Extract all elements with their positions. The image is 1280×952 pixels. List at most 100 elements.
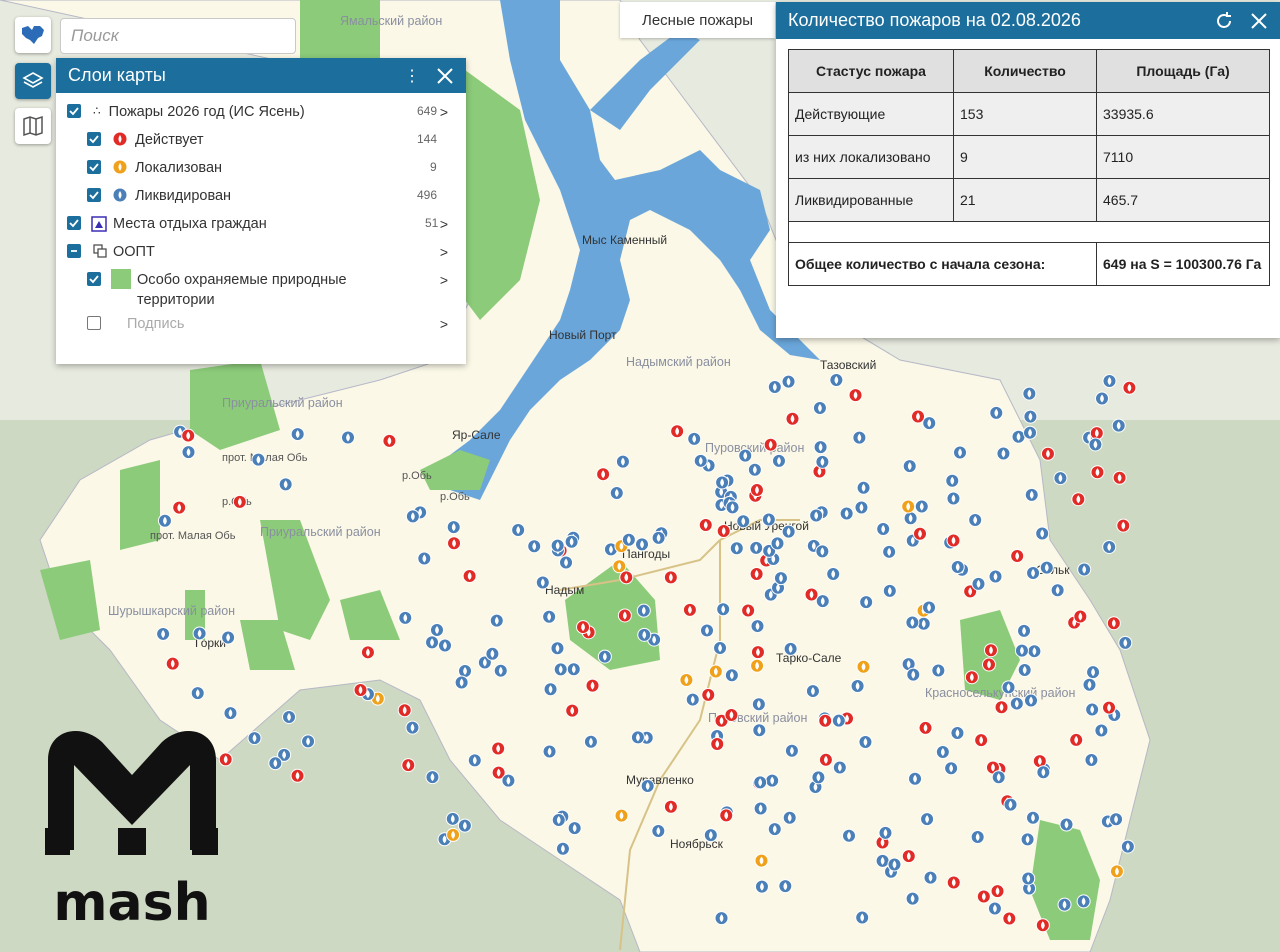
fire-marker-extinguished[interactable] (914, 499, 929, 514)
fire-marker-active[interactable] (724, 707, 739, 722)
fire-marker-extinguished[interactable] (971, 576, 986, 591)
layer-row-active[interactable]: Действует 144 (87, 132, 466, 150)
fire-marker-active[interactable] (181, 428, 196, 443)
fire-marker-extinguished[interactable] (1094, 723, 1109, 738)
fire-marker-extinguished[interactable] (935, 745, 950, 760)
fire-marker-extinguished[interactable] (542, 609, 557, 624)
fire-marker-extinguished[interactable] (511, 523, 526, 538)
fire-marker-active[interactable] (1106, 616, 1121, 631)
fire-marker-extinguished[interactable] (542, 744, 557, 759)
fire-marker-extinguished[interactable] (637, 627, 652, 642)
fire-marker-extinguished[interactable] (902, 459, 917, 474)
fire-marker-extinguished[interactable] (1023, 425, 1038, 440)
fire-marker-localized[interactable] (901, 499, 916, 514)
fire-marker-extinguished[interactable] (405, 720, 420, 735)
chevron-right-icon[interactable]: > (440, 272, 448, 288)
fire-marker-active[interactable] (619, 570, 634, 585)
fire-marker-active[interactable] (670, 424, 685, 439)
fire-marker-active[interactable] (1116, 518, 1131, 533)
fire-marker-extinguished[interactable] (1039, 560, 1054, 575)
fire-marker-extinguished[interactable] (944, 761, 959, 776)
fire-marker-extinguished[interactable] (1024, 693, 1039, 708)
fire-marker-active[interactable] (617, 608, 632, 623)
fire-marker-extinguished[interactable] (876, 521, 891, 536)
fire-marker-extinguished[interactable] (457, 818, 472, 833)
fire-marker-extinguished[interactable] (905, 891, 920, 906)
fire-marker-extinguished[interactable] (852, 430, 867, 445)
fire-marker-active[interactable] (741, 603, 756, 618)
fire-marker-extinguished[interactable] (566, 662, 581, 677)
fire-marker-extinguished[interactable] (1001, 680, 1016, 695)
fire-marker-active[interactable] (1035, 918, 1050, 933)
fire-marker-extinguished[interactable] (831, 713, 846, 728)
fire-marker-extinguished[interactable] (1120, 839, 1135, 854)
fire-marker-extinguished[interactable] (543, 682, 558, 697)
fire-marker-extinguished[interactable] (854, 500, 869, 515)
fire-marker-extinguished[interactable] (905, 615, 920, 630)
fire-marker-extinguished[interactable] (1035, 526, 1050, 541)
fire-marker-extinguished[interactable] (429, 623, 444, 638)
fire-marker-extinguished[interactable] (221, 630, 236, 645)
fire-marker-extinguished[interactable] (716, 602, 731, 617)
basemap-icon[interactable] (15, 108, 51, 144)
fire-marker-active[interactable] (912, 526, 927, 541)
fire-marker-extinguished[interactable] (301, 734, 316, 749)
fire-marker-active[interactable] (974, 733, 989, 748)
fire-marker-extinguished[interactable] (1118, 635, 1133, 650)
layer-row-rest-places[interactable]: Места отдыха граждан 51 > (67, 216, 466, 236)
fire-marker-extinguished[interactable] (747, 462, 762, 477)
fire-marker-active[interactable] (749, 483, 764, 498)
fire-marker-extinguished[interactable] (996, 446, 1011, 461)
fire-marker-active[interactable] (290, 768, 305, 783)
fire-marker-extinguished[interactable] (989, 405, 1004, 420)
fire-marker-active[interactable] (1071, 492, 1086, 507)
fire-marker-localized[interactable] (614, 808, 629, 823)
fire-marker-extinguished[interactable] (749, 540, 764, 555)
fire-marker-extinguished[interactable] (714, 911, 729, 926)
fire-marker-extinguished[interactable] (1057, 897, 1072, 912)
fire-marker-active[interactable] (1102, 700, 1117, 715)
fire-marker-extinguished[interactable] (781, 374, 796, 389)
fire-marker-extinguished[interactable] (809, 508, 824, 523)
fire-marker-extinguished[interactable] (501, 773, 516, 788)
fire-marker-extinguished[interactable] (685, 692, 700, 707)
protected-areas-checkbox[interactable] (87, 272, 101, 286)
fire-marker-extinguished[interactable] (567, 821, 582, 836)
fire-marker-extinguished[interactable] (813, 440, 828, 455)
fire-marker-extinguished[interactable] (713, 640, 728, 655)
fire-marker-extinguished[interactable] (621, 532, 636, 547)
fire-marker-active[interactable] (397, 703, 412, 718)
fire-marker-extinguished[interactable] (850, 679, 865, 694)
fire-marker-active[interactable] (585, 678, 600, 693)
fire-marker-extinguished[interactable] (1050, 583, 1065, 598)
fire-marker-extinguished[interactable] (693, 453, 708, 468)
fire-marker-extinguished[interactable] (703, 828, 718, 843)
fire-marker-extinguished[interactable] (1085, 702, 1100, 717)
fire-marker-active[interactable] (172, 500, 187, 515)
fire-marker-extinguished[interactable] (635, 537, 650, 552)
fire-marker-extinguished[interactable] (771, 453, 786, 468)
fire-marker-extinguished[interactable] (1084, 752, 1099, 767)
fire-marker-extinguished[interactable] (527, 539, 542, 554)
fire-marker-active[interactable] (663, 799, 678, 814)
fire-marker-extinguished[interactable] (181, 445, 196, 460)
fire-marker-extinguished[interactable] (1003, 797, 1018, 812)
fire-marker-extinguished[interactable] (341, 430, 356, 445)
layer-row-extinguished[interactable]: Ликвидирован 496 (87, 188, 466, 206)
fire-marker-extinguished[interactable] (493, 663, 508, 678)
fire-marker-active[interactable] (716, 524, 731, 539)
fire-marker-extinguished[interactable] (687, 431, 702, 446)
fire-marker-localized[interactable] (679, 673, 694, 688)
fire-marker-extinguished[interactable] (856, 480, 871, 495)
fire-marker-extinguished[interactable] (805, 684, 820, 699)
fire-marker-extinguished[interactable] (782, 810, 797, 825)
fire-marker-extinguished[interactable] (268, 756, 283, 771)
fire-marker-active[interactable] (698, 517, 713, 532)
fire-marker-extinguished[interactable] (1021, 871, 1036, 886)
fire-marker-localized[interactable] (750, 658, 765, 673)
fires-checkbox[interactable] (67, 104, 81, 118)
fire-marker-extinguished[interactable] (485, 646, 500, 661)
fire-marker-extinguished[interactable] (878, 825, 893, 840)
fire-marker-active[interactable] (663, 570, 678, 585)
fire-marker-extinguished[interactable] (832, 760, 847, 775)
